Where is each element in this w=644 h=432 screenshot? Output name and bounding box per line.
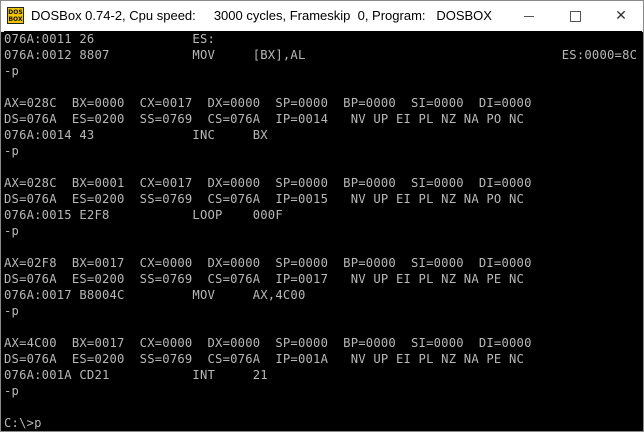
maximize-button[interactable]: [552, 1, 598, 31]
terminal-line: DS=076A ES=0200 SS=0769 CS=076A IP=0014 …: [4, 112, 525, 126]
terminal-line: 076A:0017 B8004C MOV AX,4C00: [4, 288, 306, 302]
terminal-line: AX=02F8 BX=0017 CX=0000 DX=0000 SP=0000 …: [4, 256, 532, 270]
terminal-line: -p: [4, 224, 20, 238]
terminal-line: DS=076A ES=0200 SS=0769 CS=076A IP=001A …: [4, 352, 525, 366]
minimize-icon: [524, 15, 534, 17]
dosbox-window: DOS BOX DOSBox 0.74-2, Cpu speed: 3000 c…: [0, 0, 644, 432]
terminal-line: -p: [4, 144, 20, 158]
minimize-button[interactable]: [506, 1, 552, 31]
dosbox-icon[interactable]: DOS BOX: [7, 7, 24, 24]
terminal-line: AX=028C BX=0001 CX=0017 DX=0000 SP=0000 …: [4, 176, 532, 190]
terminal-line: 076A:0014 43 INC BX: [4, 128, 268, 142]
close-icon: ✕: [615, 8, 627, 24]
terminal-line: 076A:0012 8807 MOV [BX],AL ES:0000=8C: [4, 48, 638, 62]
terminal-line: DS=076A ES=0200 SS=0769 CS=076A IP=0015 …: [4, 192, 525, 206]
terminal-line: AX=4C00 BX=0017 CX=0000 DX=0000 SP=0000 …: [4, 336, 532, 350]
terminal-line: -p: [4, 384, 20, 398]
terminal-line: AX=028C BX=0000 CX=0017 DX=0000 SP=0000 …: [4, 96, 532, 110]
dos-terminal[interactable]: 076A:0011 26 ES: 076A:0012 8807 MOV [BX],…: [4, 31, 642, 431]
terminal-line: 076A:001A CD21 INT 21: [4, 368, 268, 382]
terminal-line: -p: [4, 304, 20, 318]
maximize-icon: [569, 10, 581, 22]
close-button[interactable]: ✕: [598, 1, 644, 31]
title-bar[interactable]: DOS BOX DOSBox 0.74-2, Cpu speed: 3000 c…: [1, 1, 643, 32]
terminal-line: 076A:0011 26 ES:: [4, 32, 216, 46]
window-title: DOSBox 0.74-2, Cpu speed: 3000 cycles, F…: [31, 8, 492, 23]
bottom-edge: [1, 429, 643, 431]
terminal-line: -p: [4, 64, 20, 78]
terminal-line: 076A:0015 E2F8 LOOP 000F: [4, 208, 283, 222]
terminal-line: DS=076A ES=0200 SS=0769 CS=076A IP=0017 …: [4, 272, 525, 286]
